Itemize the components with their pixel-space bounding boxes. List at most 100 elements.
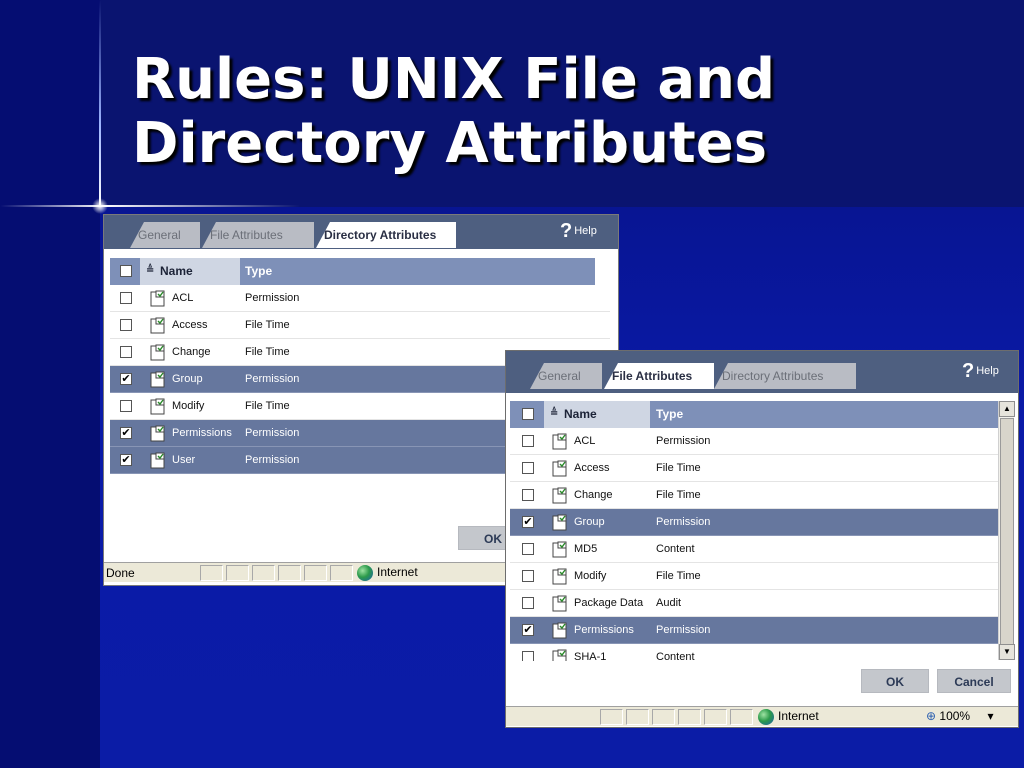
attribute-document-icon xyxy=(552,649,567,661)
help-button[interactable]: ? Help xyxy=(560,221,597,241)
attribute-type: Permission xyxy=(245,373,300,385)
attribute-name: ACL xyxy=(172,292,194,304)
column-header-name-label: Name xyxy=(160,264,193,278)
attribute-document-icon xyxy=(150,371,165,388)
table-row[interactable]: Access File Time xyxy=(510,455,998,482)
table-row[interactable]: Change File Time xyxy=(510,482,998,509)
security-zone-label: Internet xyxy=(778,709,819,723)
attribute-document-icon xyxy=(552,487,567,504)
select-all-checkbox[interactable] xyxy=(120,265,132,277)
tab-file-attributes[interactable]: File Attributes xyxy=(604,363,714,389)
table-row[interactable]: ✔ Group Permission xyxy=(510,509,998,536)
row-checkbox[interactable]: ✔ xyxy=(522,624,534,636)
attribute-document-icon xyxy=(150,290,165,307)
row-checkbox[interactable] xyxy=(522,597,534,609)
attribute-type: Permission xyxy=(656,516,711,528)
attribute-type: File Time xyxy=(245,346,290,358)
attribute-type: Content xyxy=(656,543,695,555)
table-row[interactable]: Access File Time xyxy=(110,312,610,339)
tab-general[interactable]: General xyxy=(530,363,602,389)
attribute-document-icon xyxy=(552,514,567,531)
row-checkbox[interactable] xyxy=(120,346,132,358)
cancel-button[interactable]: Cancel xyxy=(937,669,1011,693)
tab-bar: General File Attributes Directory Attrib… xyxy=(104,215,618,249)
table-row[interactable]: ACL Permission xyxy=(110,285,610,312)
row-checkbox[interactable] xyxy=(522,651,534,661)
slide-title-line-2: Directory Attributes xyxy=(132,111,768,176)
tab-directory-attributes[interactable]: Directory Attributes xyxy=(316,222,456,248)
internet-globe-icon xyxy=(357,565,373,581)
status-segment xyxy=(226,565,249,581)
column-header-name[interactable]: ≜ Name xyxy=(140,258,240,285)
column-header-type[interactable]: Type xyxy=(245,258,272,285)
attributes-table: ≜ Name Type ACL Permission Access File Time… xyxy=(510,401,1018,661)
zoom-level-value: 100% xyxy=(939,709,971,723)
zoom-magnifier-icon: ⊕ xyxy=(926,709,937,723)
attribute-name: Group xyxy=(574,516,605,528)
table-row[interactable]: ✔ Permissions Permission xyxy=(510,617,998,644)
row-checkbox[interactable] xyxy=(120,400,132,412)
decorative-vertical-line xyxy=(99,0,101,207)
attribute-type: Permission xyxy=(245,292,300,304)
decorative-sparkle-icon xyxy=(92,198,108,214)
table-row[interactable]: SHA-1 Content xyxy=(510,644,998,661)
status-segment xyxy=(252,565,275,581)
row-checkbox[interactable]: ✔ xyxy=(522,516,534,528)
table-header-row: ≜ Name Type xyxy=(510,401,998,428)
status-segment xyxy=(600,709,623,725)
column-header-type[interactable]: Type xyxy=(656,401,683,428)
attribute-name: Permissions xyxy=(574,624,634,636)
scroll-down-arrow-icon[interactable]: ▼ xyxy=(999,644,1015,660)
help-button[interactable]: ? Help xyxy=(962,361,999,381)
tab-directory-attributes[interactable]: Directory Attributes xyxy=(714,363,856,389)
status-segment xyxy=(652,709,675,725)
row-checkbox[interactable]: ✔ xyxy=(120,427,132,439)
attribute-document-icon xyxy=(552,595,567,612)
zoom-dropdown-icon[interactable]: ▾ xyxy=(987,709,993,723)
attribute-type: Permission xyxy=(656,435,711,447)
attribute-type: Content xyxy=(656,651,695,661)
row-checkbox[interactable] xyxy=(522,543,534,555)
zoom-level[interactable]: ⊕ 100% ▾ xyxy=(926,709,993,723)
row-checkbox[interactable]: ✔ xyxy=(120,373,132,385)
attribute-name: Access xyxy=(172,319,208,331)
attribute-name: ACL xyxy=(574,435,596,447)
attribute-document-icon xyxy=(552,460,567,477)
status-segment xyxy=(678,709,701,725)
attribute-document-icon xyxy=(150,452,165,469)
scrollbar-thumb[interactable] xyxy=(1000,418,1014,648)
attribute-document-icon xyxy=(552,622,567,639)
ok-button[interactable]: OK xyxy=(861,669,929,693)
row-checkbox[interactable] xyxy=(522,462,534,474)
status-bar: Internet ⊕ 100% ▾ xyxy=(506,706,1018,726)
attribute-type: File Time xyxy=(656,489,701,501)
help-label: Help xyxy=(574,225,597,238)
table-row[interactable]: Package Data Audit xyxy=(510,590,998,617)
select-all-checkbox[interactable] xyxy=(522,408,534,420)
row-checkbox[interactable] xyxy=(522,570,534,582)
sort-icon: ≜ xyxy=(146,265,155,276)
scroll-up-arrow-icon[interactable]: ▲ xyxy=(999,401,1015,417)
attribute-name: Package Data xyxy=(574,597,644,609)
slide-left-band xyxy=(0,0,100,768)
attribute-name: Modify xyxy=(574,570,607,582)
attribute-type: File Time xyxy=(245,319,290,331)
table-row[interactable]: Modify File Time xyxy=(510,563,998,590)
row-checkbox[interactable] xyxy=(522,435,534,447)
row-checkbox[interactable] xyxy=(120,292,132,304)
tab-general[interactable]: General xyxy=(130,222,200,248)
table-row[interactable]: MD5 Content xyxy=(510,536,998,563)
column-header-name[interactable]: ≜ Name xyxy=(544,401,650,428)
attribute-name: SHA-1 xyxy=(574,651,607,661)
row-checkbox[interactable]: ✔ xyxy=(120,454,132,466)
row-checkbox[interactable] xyxy=(120,319,132,331)
attribute-type: Permission xyxy=(656,624,711,636)
attribute-name: Change xyxy=(574,489,613,501)
attribute-type: Permission xyxy=(245,427,300,439)
tab-file-attributes[interactable]: File Attributes xyxy=(202,222,314,248)
attribute-type: File Time xyxy=(656,462,701,474)
vertical-scrollbar[interactable]: ▲ ▼ xyxy=(998,401,1015,660)
table-row[interactable]: ACL Permission xyxy=(510,428,998,455)
security-zone-label: Internet xyxy=(377,565,418,579)
row-checkbox[interactable] xyxy=(522,489,534,501)
